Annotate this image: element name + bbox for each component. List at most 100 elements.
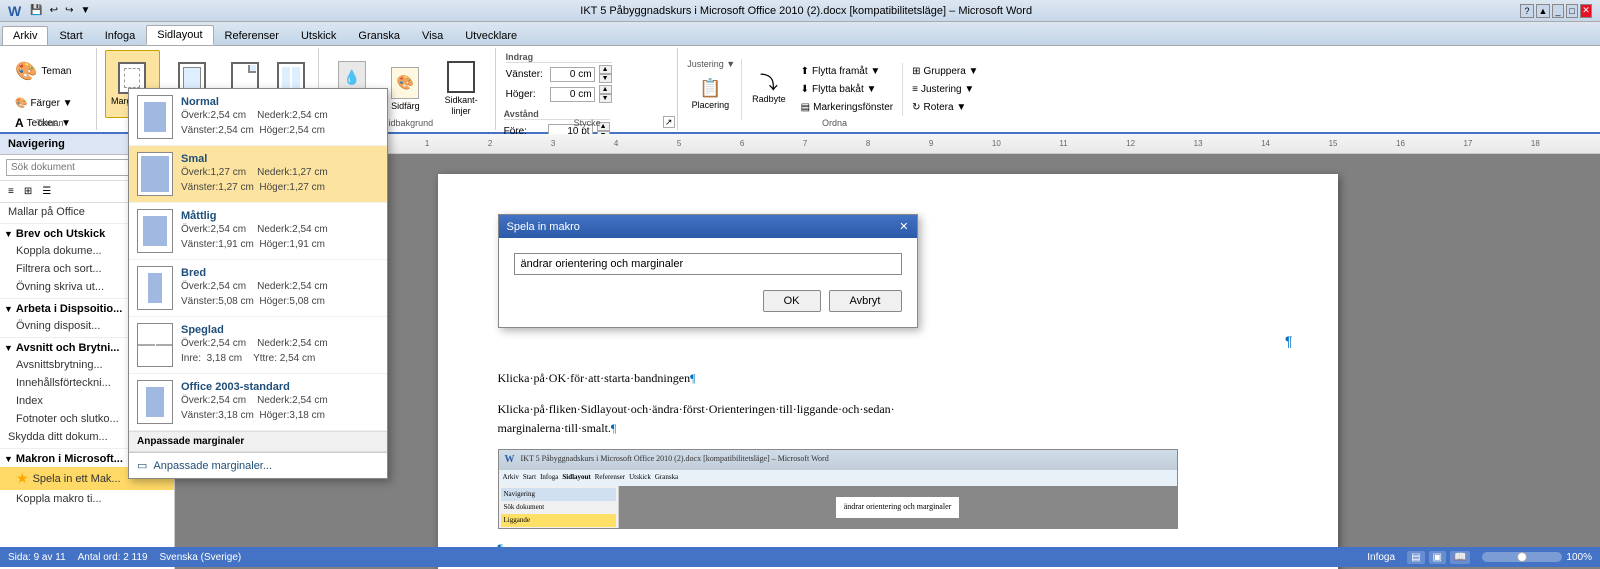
- window-controls: ? ▲ _ □ ✕: [1520, 4, 1592, 18]
- nav-item-koppla-makro[interactable]: Koppla makro ti...: [0, 490, 174, 508]
- ruler: ·2·1123456789101112131415161718: [175, 134, 1600, 154]
- maximize-btn[interactable]: □: [1566, 4, 1578, 18]
- nav-view-btn1[interactable]: ≡: [4, 183, 18, 200]
- margin-item-speglad[interactable]: Speglad Överk:2,54 cm Nederk:2,54 cm Inr…: [129, 317, 387, 374]
- nav-view-btn2[interactable]: ⊞: [20, 183, 36, 200]
- tab-referenser[interactable]: Referenser: [214, 26, 290, 45]
- farger-label: Färger ▼: [30, 98, 72, 109]
- zoom-slider[interactable]: [1482, 552, 1562, 562]
- sidkantlinjer-icon: [447, 61, 475, 93]
- view-read-btn[interactable]: 📖: [1450, 551, 1470, 564]
- doc-embedded-screenshot: W IKT 5 Påbyggnadskurs i Microsoft Offic…: [498, 449, 1178, 529]
- stycke-group-label: Stycke: [498, 118, 677, 128]
- margin-values-smal: Överk:1,27 cm Nederk:1,27 cm Vänster:1,2…: [181, 165, 379, 195]
- window-title: IKT 5 Påbyggnadskurs i Microsoft Office …: [92, 5, 1520, 17]
- tab-utskick[interactable]: Utskick: [290, 26, 347, 45]
- star-icon: ★: [16, 470, 29, 487]
- word-logo-icon: W: [8, 3, 21, 19]
- margin-preview-office2003: [137, 380, 173, 424]
- margin-name-speglad: Speglad: [181, 324, 379, 336]
- margin-name-mattlig: Måttlig: [181, 210, 379, 222]
- dialog-input[interactable]: [514, 253, 902, 275]
- teman-label: Teman: [41, 66, 71, 78]
- zoom-level: 100%: [1566, 552, 1592, 563]
- dialog-cancel-button[interactable]: Avbryt: [829, 290, 902, 312]
- justering-button[interactable]: ≡ Justering ▼: [907, 81, 983, 98]
- undo-quick-btn[interactable]: ↩: [48, 4, 60, 17]
- margin-item-office2003[interactable]: Office 2003-standard Överk:2,54 cm Neder…: [129, 374, 387, 431]
- dialog-ok-button[interactable]: OK: [763, 290, 821, 312]
- margin-preview-speglad: [137, 323, 173, 367]
- indrag-vanster-input[interactable]: [550, 67, 595, 82]
- margin-values-bred: Överk:2,54 cm Nederk:2,54 cm Vänster:5,0…: [181, 279, 379, 309]
- doc-para2: Klicka·på·fliken·Sidlayout·och·ändra·för…: [498, 400, 1278, 438]
- margin-item-normal[interactable]: Normal Överk:2,54 cm Nederk:2,54 cm Väns…: [129, 89, 387, 146]
- ribbon-group-stycke: Indrag Vänster: ▲ ▼ Höger: ▲ ▼: [498, 48, 678, 130]
- title-bar-left: W 💾 ↩ ↪ ▼: [8, 3, 92, 19]
- ribbon-toggle-icon[interactable]: ▲: [1536, 4, 1550, 18]
- indrag-hoger-input[interactable]: [550, 87, 595, 102]
- indrag-hoger-up[interactable]: ▲: [599, 85, 612, 94]
- paragraph-mark-1: ¶: [498, 333, 1293, 349]
- close-btn[interactable]: ✕: [1580, 4, 1592, 18]
- teman-button[interactable]: 🎨 Teman: [10, 50, 90, 94]
- tab-sidlayout[interactable]: Sidlayout: [146, 25, 213, 45]
- tab-visa[interactable]: Visa: [411, 26, 454, 45]
- margin-text-mattlig: Måttlig Överk:2,54 cm Nederk:2,54 cm Vän…: [181, 210, 379, 252]
- indrag-hoger-down[interactable]: ▼: [599, 94, 612, 103]
- margin-item-bred[interactable]: Bred Överk:2,54 cm Nederk:2,54 cm Vänste…: [129, 260, 387, 317]
- tab-granska[interactable]: Granska: [347, 26, 411, 45]
- status-words: Antal ord: 2 119: [78, 552, 148, 563]
- margin-values-mattlig: Överk:2,54 cm Nederk:2,54 cm Vänster:1,9…: [181, 222, 379, 252]
- radbyte-button[interactable]: ⤵ Radbyte: [746, 55, 792, 123]
- indrag-hoger-spinner: ▲ ▼: [599, 85, 612, 103]
- minimize-btn[interactable]: _: [1552, 4, 1564, 18]
- margin-text-smal: Smal Överk:1,27 cm Nederk:1,27 cm Vänste…: [181, 153, 379, 195]
- dialog-close-icon[interactable]: ✕: [899, 220, 908, 233]
- arrow-icon-makron: ▼: [4, 454, 13, 464]
- teman-icon: 🎨: [15, 61, 37, 83]
- ribbon-tabs: Arkiv Start Infoga Sidlayout Referenser …: [0, 22, 1600, 46]
- tab-utvecklare[interactable]: Utvecklare: [454, 26, 528, 45]
- redo-quick-btn[interactable]: ↪: [63, 4, 75, 17]
- indrag-vanster-label: Vänster:: [506, 69, 546, 80]
- margin-text-bred: Bred Överk:2,54 cm Nederk:2,54 cm Vänste…: [181, 267, 379, 309]
- custom-margins-label: Anpassade marginaler...: [153, 460, 272, 472]
- nav-view-btn3[interactable]: ☰: [38, 183, 55, 200]
- tab-infoga[interactable]: Infoga: [94, 26, 147, 45]
- indrag-hoger-row: Höger: ▲ ▼: [506, 85, 612, 103]
- markeringsfönster-button[interactable]: ▤ Markeringsfönster: [796, 99, 898, 116]
- sidkantlinjer-button[interactable]: Sidkant-linjer: [434, 55, 489, 123]
- customize-quick-btn[interactable]: ▼: [78, 4, 92, 17]
- flytta-bakat-button[interactable]: ⬇ Flytta bakåt ▼: [796, 81, 898, 98]
- flytta-framat-button[interactable]: ⬆ Flytta framåt ▼: [796, 63, 898, 80]
- rotera-button[interactable]: ↻ Rotera ▼: [907, 99, 983, 116]
- placering-button[interactable]: 📋 Placering: [686, 70, 736, 120]
- page-area: Spela in makro ✕ OK Avbryt ¶: [175, 154, 1600, 569]
- farger-button[interactable]: 🎨 Färger ▼: [10, 95, 78, 112]
- status-language: Svenska (Sverige): [160, 552, 242, 563]
- gruppera-button[interactable]: ⊞ Gruppera ▼: [907, 63, 983, 80]
- sidfarg-button[interactable]: 🎨 Sidfärg: [385, 55, 426, 123]
- view-layout-btn[interactable]: ▣: [1429, 551, 1446, 564]
- view-normal-btn[interactable]: ▤: [1407, 551, 1424, 564]
- help-icon[interactable]: ?: [1520, 4, 1534, 18]
- tab-arkiv[interactable]: Arkiv: [2, 26, 48, 45]
- gruppera-label: Gruppera ▼: [924, 66, 979, 77]
- indrag-vanster-down[interactable]: ▼: [599, 74, 612, 83]
- arrow-icon-brev: ▼: [4, 229, 13, 239]
- main-content: ·2·1123456789101112131415161718 Spela in…: [175, 134, 1600, 569]
- document-text: Klicka·på·OK·för·att·starta·bandningen¶ …: [498, 369, 1278, 569]
- quick-access-toolbar: W 💾 ↩ ↪ ▼: [8, 3, 92, 19]
- rotera-label: Rotera ▼: [924, 102, 967, 113]
- tab-start[interactable]: Start: [48, 26, 93, 45]
- margin-custom-link[interactable]: ▭ Anpassade marginaler...: [129, 452, 387, 478]
- margin-item-mattlig[interactable]: Måttlig Överk:2,54 cm Nederk:2,54 cm Vän…: [129, 203, 387, 260]
- indrag-vanster-up[interactable]: ▲: [599, 65, 612, 74]
- word-page: Spela in makro ✕ OK Avbryt ¶: [438, 174, 1338, 569]
- save-quick-btn[interactable]: 💾: [28, 4, 44, 17]
- stycke-dialog-launcher[interactable]: ↗: [663, 116, 675, 128]
- arrow-icon-avsnitt: ▼: [4, 343, 13, 353]
- margin-item-smal[interactable]: Smal Överk:1,27 cm Nederk:1,27 cm Vänste…: [129, 146, 387, 203]
- justering-label: Justering ▼: [921, 84, 974, 95]
